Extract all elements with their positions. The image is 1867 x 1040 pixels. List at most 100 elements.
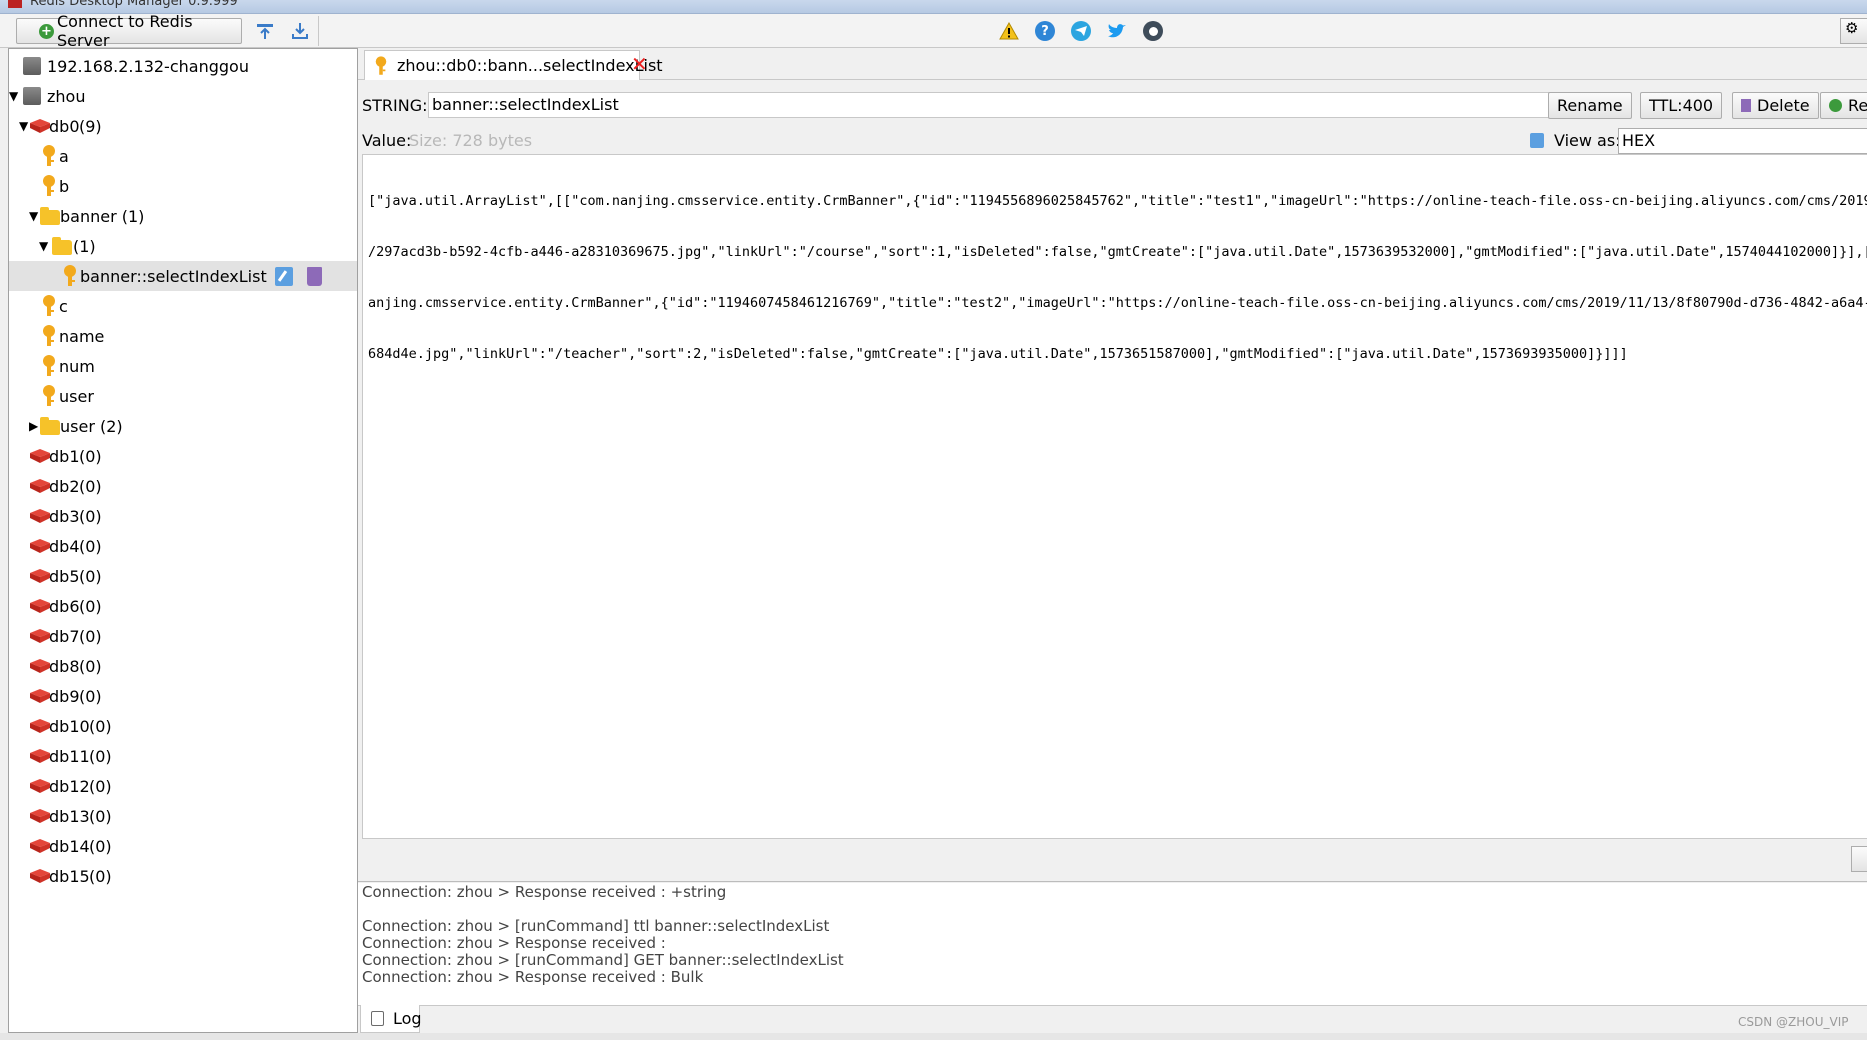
tree-db[interactable]: db8 (0) [9,651,357,681]
view-as-label: View as: [1554,131,1621,150]
export-icon[interactable] [289,20,311,42]
warning-icon[interactable] [998,20,1020,42]
key-name-field[interactable]: banner::selectIndexList [428,92,1554,118]
tree-folder-banner-sub[interactable]: ▼ (1) [9,231,357,261]
tree-db[interactable]: db1 (0) [9,441,357,471]
tree-db[interactable]: db13 (0) [9,801,357,831]
tree-db0[interactable]: ▼ db0 (9) [9,111,357,141]
tree-db[interactable]: db7 (0) [9,621,357,651]
database-icon [30,779,50,793]
trash-icon [1741,99,1751,112]
folder-icon [40,207,60,225]
database-icon [30,689,50,703]
tree-key-user[interactable]: user [9,381,357,411]
view-as-select[interactable]: HEX [1618,128,1867,154]
db-name: db8 [49,656,80,676]
log-tab-label: Log [393,1009,422,1028]
view-as: View as: [1530,131,1621,150]
db-count: (0) [89,866,112,886]
db-name: db9 [49,686,80,706]
trash-icon[interactable] [307,267,322,286]
key-label: banner::selectIndexList [80,266,267,286]
log-line: Connection: zhou > Response received : [362,934,666,952]
twitter-icon[interactable] [1106,20,1128,42]
tree-key-c[interactable]: c [9,291,357,321]
tree-folder-banner[interactable]: ▼ banner (1) [9,201,357,231]
db-name: db3 [49,506,80,526]
expand-arrow-icon[interactable]: ▼ [39,239,51,253]
tree-key-a[interactable]: a [9,141,357,171]
tree-db[interactable]: db3 (0) [9,501,357,531]
tab-key-view[interactable]: zhou::db0::bann...selectIndexList ✕ [364,50,663,80]
help-icon[interactable]: ? [1034,20,1056,42]
save-button[interactable] [1851,846,1867,872]
key-icon [375,56,387,75]
app-icon [8,0,22,8]
server-icon [23,57,41,75]
database-icon [30,509,50,523]
db-name: db0 [49,116,80,136]
server-icon [23,87,41,105]
db-count: (0) [79,506,102,526]
tree-key-name[interactable]: name [9,321,357,351]
folder-label: banner (1) [60,206,145,226]
key-label: c [59,296,68,316]
github-icon[interactable] [1142,20,1164,42]
tree-db[interactable]: db6 (0) [9,591,357,621]
key-icon [43,325,55,346]
key-icon [64,265,76,286]
tree-db[interactable]: db9 (0) [9,681,357,711]
tree-db[interactable]: db14 (0) [9,831,357,861]
reload-label: Reloa [1848,96,1867,115]
connection-label: zhou [47,86,86,106]
log-line: Connection: zhou > Response received : B… [362,968,704,986]
db-count: (9) [79,116,102,136]
log-tab-bar: Log [358,1005,1867,1033]
tree-server[interactable]: 192.168.2.132-changgou [9,51,357,81]
ttl-button[interactable]: TTL:400 [1640,92,1723,119]
key-label: user [59,386,94,406]
tree-db[interactable]: db5 (0) [9,561,357,591]
value-editor[interactable]: ["java.util.ArrayList",[["com.nanjing.cm… [362,154,1867,839]
connect-button[interactable]: + Connect to Redis Server [16,12,242,50]
tree-db[interactable]: db12 (0) [9,771,357,801]
import-icon[interactable] [254,20,276,42]
window-title: Redis Desktop Manager 0.9.999 [30,0,238,9]
close-icon[interactable]: ✕ [631,53,648,75]
expand-arrow-icon[interactable]: ▼ [9,89,21,103]
db-count: (0) [79,476,102,496]
tree-connection[interactable]: ▼ zhou [9,81,357,111]
db-count: (0) [79,686,102,706]
db-name: db14 [49,836,90,856]
edit-icon[interactable] [275,267,293,286]
db-count: (0) [89,746,112,766]
rename-button[interactable]: Rename [1548,92,1632,119]
value-panel: zhou::db0::bann...selectIndexList ✕ STRI… [358,48,1867,1033]
tree-db[interactable]: db4 (0) [9,531,357,561]
key-label: num [59,356,95,376]
tree-folder-user[interactable]: ▶ user (2) [9,411,357,441]
tab-log[interactable]: Log [360,1005,422,1033]
database-icon [30,749,50,763]
delete-button[interactable]: Delete [1732,92,1819,119]
folder-icon [40,417,60,435]
tree-key-selected[interactable]: banner::selectIndexList [9,261,357,291]
db-name: db13 [49,806,90,826]
settings-button[interactable]: ⚙ [1840,18,1867,44]
reload-button[interactable]: Reloa [1820,92,1867,119]
tree-key-num[interactable]: num [9,351,357,381]
telegram-icon[interactable] [1070,20,1092,42]
key-icon [43,385,55,406]
database-icon [30,719,50,733]
toolbar-separator [318,16,319,46]
database-icon [30,809,50,823]
add-icon: + [39,24,54,39]
key-header: STRING: banner::selectIndexList Rename T… [362,90,1867,120]
splitter[interactable] [358,881,1867,882]
tree-db[interactable]: db11 (0) [9,741,357,771]
tree-db[interactable]: db2 (0) [9,471,357,501]
database-icon [30,869,50,883]
tree-db[interactable]: db15 (0) [9,861,357,891]
tree-db[interactable]: db10 (0) [9,711,357,741]
tree-key-b[interactable]: b [9,171,357,201]
